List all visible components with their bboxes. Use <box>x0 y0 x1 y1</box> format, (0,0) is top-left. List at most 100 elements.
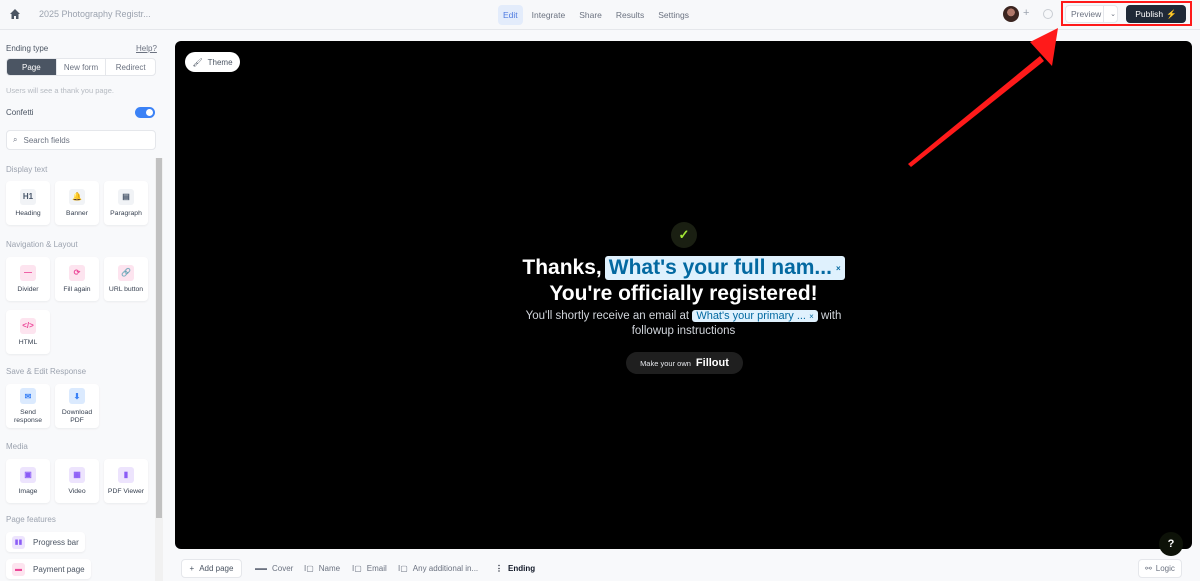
home-icon[interactable] <box>9 8 21 20</box>
field-heading[interactable]: H1 Heading <box>6 181 50 225</box>
field-progress-bar[interactable]: ▮▮ Progress bar <box>6 532 85 552</box>
field-send-response[interactable]: ✉ Send response <box>6 384 50 428</box>
field-label: Progress bar <box>33 537 79 547</box>
field-fill-again[interactable]: ⟳ Fill again <box>55 257 99 301</box>
credit-card-icon: ▬ <box>12 562 25 576</box>
tab-edit[interactable]: Edit <box>498 5 523 25</box>
field-label: Send response <box>14 409 42 424</box>
email-subtext[interactable]: You'll shortly receive an email at What'… <box>175 310 1192 322</box>
scrollbar-thumb[interactable] <box>156 158 162 518</box>
clock-icon[interactable] <box>1043 9 1053 19</box>
field-paragraph[interactable]: ▤ Paragraph <box>104 181 148 225</box>
chevron-down-icon[interactable]: ⌄ <box>1103 6 1117 22</box>
image-icon: ▣ <box>20 466 36 483</box>
close-icon[interactable]: × <box>836 264 841 273</box>
download-file-icon: ⬇ <box>69 388 85 405</box>
section-media: Media <box>6 442 28 451</box>
field-video[interactable]: ▦ Video <box>55 459 99 503</box>
bar-chart-icon: ▮▮ <box>12 535 25 549</box>
email-variable-chip[interactable]: What's your primary ... × <box>692 310 818 322</box>
field-label: Payment page <box>33 564 85 574</box>
fillout-logo: Fillout <box>695 357 729 369</box>
logic-button[interactable]: ⚯ Logic <box>1138 559 1182 578</box>
help-chat-button[interactable]: ? <box>1159 532 1183 556</box>
field-label: Fill again <box>63 285 91 293</box>
tab-results[interactable]: Results <box>611 5 649 25</box>
page-tab-name[interactable]: I▢ Name <box>304 564 340 573</box>
page-label: Ending <box>508 564 536 573</box>
field-divider[interactable]: — Divider <box>6 257 50 301</box>
tab-integrate[interactable]: Integrate <box>527 5 571 25</box>
top-bar: 2025 Photography Registr... Edit Integra… <box>0 0 1200 30</box>
pdf-icon: ▮ <box>118 466 134 483</box>
field-label: PDF Viewer <box>107 487 145 495</box>
tab-share[interactable]: Share <box>574 5 607 25</box>
page-tab-any-additional[interactable]: I▢ Any additional in... <box>398 564 478 573</box>
envelope-icon: ✉ <box>20 388 36 405</box>
field-label: Banner <box>66 209 88 217</box>
email-subtext-line2: followup instructions <box>631 325 736 337</box>
field-url-button[interactable]: 🔗 URL button <box>104 257 148 301</box>
section-page-features: Page features <box>6 515 56 524</box>
field-label: Image <box>18 487 38 495</box>
plus-icon[interactable]: + <box>1023 7 1029 19</box>
heading-icon: H1 <box>20 188 36 205</box>
bell-icon: 🔔 <box>69 188 85 205</box>
checkmark-icon: ✓ <box>671 222 697 248</box>
ending-option-new-form[interactable]: New form <box>57 59 107 75</box>
question-icon: ? <box>1167 538 1175 550</box>
ending-type-selector: Page New form Redirect <box>6 58 156 76</box>
ending-hint: Users will see a thank you page. <box>6 86 114 95</box>
page-tab-cover[interactable]: ▬▬ Cover <box>255 564 293 573</box>
refresh-icon: ⟳ <box>69 264 85 281</box>
ending-option-page[interactable]: Page <box>7 59 57 75</box>
field-label: HTML <box>18 338 38 346</box>
avatar[interactable] <box>1003 6 1019 22</box>
search-fields-input[interactable]: ⌕ Search fields <box>6 130 156 150</box>
made-with-fillout-badge[interactable]: Make your own Fillout <box>626 352 743 374</box>
field-label: Video <box>68 487 86 495</box>
name-variable-chip[interactable]: What's your full nam... × <box>604 256 845 280</box>
field-image[interactable]: ▣ Image <box>6 459 50 503</box>
field-label: Paragraph <box>110 209 142 217</box>
search-icon: ⌕ <box>13 135 18 144</box>
subtext-suffix: with <box>820 310 842 322</box>
field-download-pdf[interactable]: ⬇ Download PDF <box>55 384 99 428</box>
field-html[interactable]: </> HTML <box>6 310 50 354</box>
preview-label: Preview <box>1071 9 1102 19</box>
section-navigation-layout: Navigation & Layout <box>6 240 78 249</box>
field-banner[interactable]: 🔔 Banner <box>55 181 99 225</box>
document-icon: ▤ <box>118 188 134 205</box>
chip-label: What's your primary ... <box>696 310 806 322</box>
link-icon: 🔗 <box>118 264 134 281</box>
theme-button[interactable]: 🖌 Theme <box>185 52 240 72</box>
registered-heading[interactable]: You're officially registered! <box>175 282 1192 306</box>
add-page-button[interactable]: + Add page <box>181 559 242 578</box>
field-pdf-viewer[interactable]: ▮ PDF Viewer <box>104 459 148 503</box>
publish-button[interactable]: Publish ⚡ <box>1126 5 1186 23</box>
paintbrush-icon: 🖌 <box>192 57 203 67</box>
divider-icon: — <box>20 264 36 281</box>
logic-icon: ⚯ <box>1145 564 1152 573</box>
ending-option-redirect[interactable]: Redirect <box>106 59 155 75</box>
close-icon[interactable]: × <box>809 312 814 321</box>
page-tab-ending[interactable]: ⋮ Ending <box>495 564 535 573</box>
made-prefix: Make your own <box>640 358 691 368</box>
field-payment-page[interactable]: ▬ Payment page <box>6 559 91 579</box>
confetti-toggle[interactable] <box>135 107 155 118</box>
more-vertical-icon[interactable]: ⋮ <box>495 564 503 573</box>
tab-settings[interactable]: Settings <box>653 5 694 25</box>
form-title[interactable]: 2025 Photography Registr... <box>39 9 151 19</box>
page-tab-email[interactable]: I▢ Email <box>352 564 387 573</box>
publish-label: Publish <box>1135 9 1164 19</box>
cover-icon: ▬▬ <box>255 565 267 572</box>
thanks-heading[interactable]: Thanks, What's your full nam... × <box>175 256 1192 280</box>
page-label: Any additional in... <box>412 564 479 573</box>
sidebar-scrollbar[interactable] <box>155 158 163 581</box>
help-link[interactable]: Help? <box>136 44 157 53</box>
text-input-icon: I▢ <box>352 564 362 573</box>
page-label: Email <box>366 564 387 573</box>
preview-button[interactable]: Preview ⌄ <box>1065 5 1118 23</box>
section-display-text: Display text <box>6 165 48 174</box>
page-label: Name <box>318 564 341 573</box>
